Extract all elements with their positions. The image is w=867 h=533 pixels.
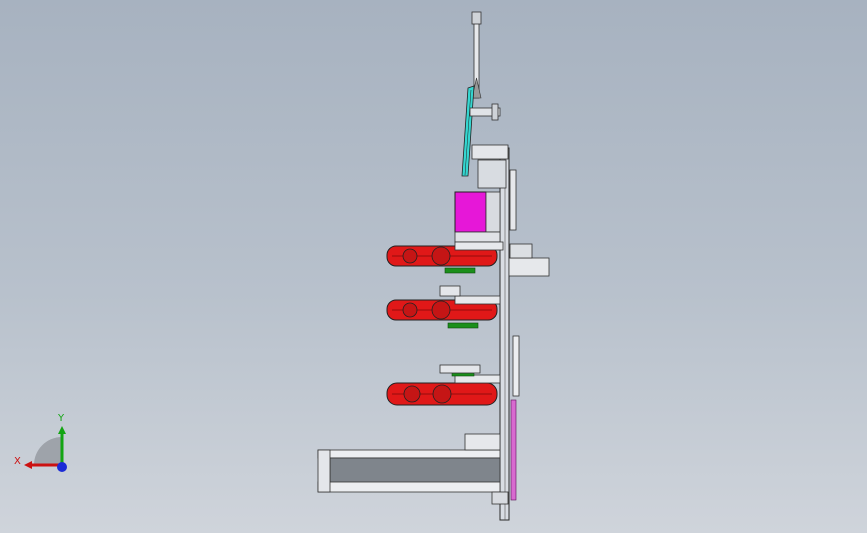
green-gear	[447, 322, 479, 329]
magenta-motor	[454, 191, 487, 233]
mid-bracket	[471, 144, 509, 160]
y-axis-arrow	[58, 426, 66, 434]
coordinate-triad	[24, 426, 67, 472]
upper-bracket-nut	[491, 103, 499, 121]
lower-bracket	[439, 364, 481, 374]
z-axis-dot	[57, 462, 67, 472]
top-rod-cap	[471, 11, 482, 25]
x-axis-arrow	[24, 461, 32, 469]
bottom-conveyor	[317, 433, 509, 505]
side-bracket-2	[509, 243, 533, 259]
green-gear	[444, 267, 476, 274]
right-guide-rail	[509, 169, 517, 231]
main-vertical-plate	[499, 147, 510, 521]
magenta-rail	[510, 399, 517, 501]
cad-viewport[interactable]: X Y	[0, 0, 867, 533]
mid-bracket-block	[477, 159, 507, 189]
motor-base	[454, 231, 501, 243]
triad-plane-wedge	[34, 437, 62, 465]
pulley-left	[402, 302, 418, 318]
pulley-left	[402, 248, 418, 264]
pulley-right	[431, 300, 451, 320]
pulley-right	[431, 246, 451, 266]
motor-flange	[485, 191, 501, 233]
pulley-left	[403, 385, 421, 403]
conveyor-foot	[491, 491, 509, 505]
pulley-right	[432, 384, 452, 404]
wheel-set-lower	[386, 364, 501, 406]
shaft-housing	[454, 241, 504, 251]
side-bracket	[508, 257, 550, 277]
vertical-cylinder	[512, 335, 520, 397]
y-axis-label: Y	[58, 413, 65, 424]
conveyor-end-left	[317, 449, 331, 493]
conveyor-step	[464, 433, 501, 451]
bracket-plate	[439, 285, 461, 297]
shaft-housing	[454, 295, 501, 305]
conveyor-bottom-bar	[317, 481, 501, 493]
x-axis-label: X	[14, 456, 21, 467]
wheel-set-upper	[386, 241, 550, 277]
wheel-set-middle	[386, 285, 501, 329]
machine-assembly-model[interactable]	[0, 0, 867, 533]
conveyor-top-bar	[317, 449, 501, 459]
